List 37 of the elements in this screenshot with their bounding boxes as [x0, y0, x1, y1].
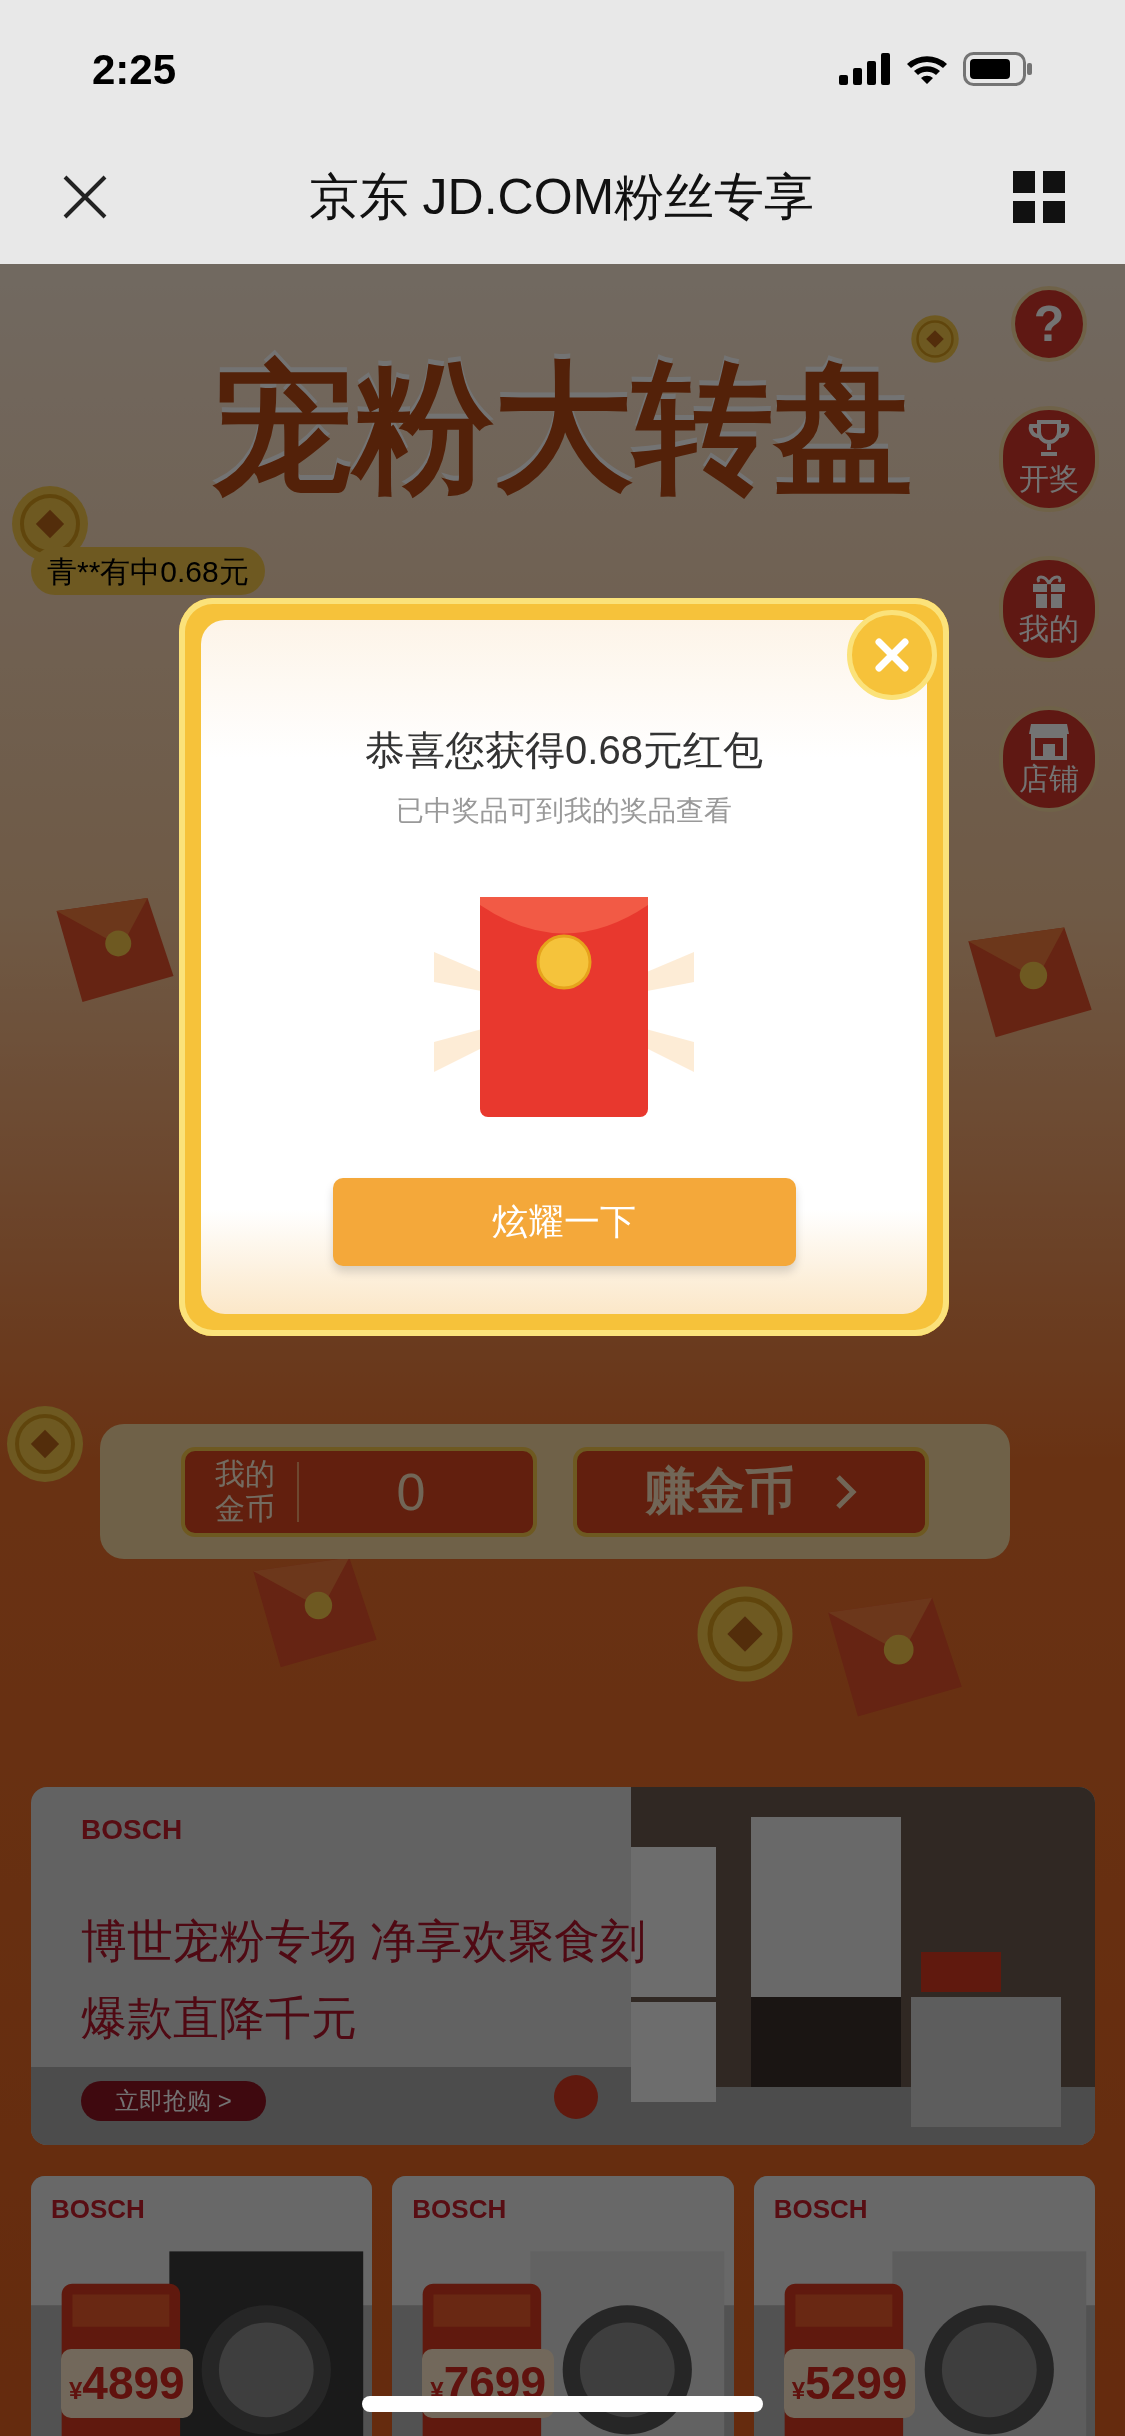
side-button[interactable]: 开奖	[999, 406, 1099, 512]
dialog-subtitle: 已中奖品可到我的奖品查看	[396, 794, 732, 828]
chevron-right-icon	[835, 1473, 857, 1510]
promo-banner[interactable]: BOSCH 博世宠粉专场 净享欢聚食刻 爆款直降千元 立即抢购 >	[31, 1787, 1095, 2145]
coin-icon	[695, 1584, 795, 1684]
banner-headline: 博世宠粉专场 净享欢聚食刻	[81, 1914, 647, 1969]
brand-logo: BOSCH	[773, 2193, 869, 2226]
brand-logo: BOSCH	[51, 2193, 146, 2226]
grid-icon	[1013, 171, 1065, 223]
page-title: 京东 JD.COM粉丝专享	[308, 167, 815, 227]
brand-logo: BOSCH	[81, 1813, 184, 1847]
banner-subline: 爆款直降千元	[81, 1991, 358, 2046]
status-time: 2:25	[92, 44, 177, 95]
help-button[interactable]: ?	[1011, 286, 1087, 362]
signal-icon	[839, 53, 891, 85]
winner-ticker: 青**有中0.68元	[31, 547, 265, 595]
side-button[interactable]: 店铺	[999, 706, 1099, 812]
close-icon	[875, 638, 909, 672]
coin-icon	[910, 314, 960, 364]
game-title: 宠粉大转盘	[211, 348, 914, 508]
coin-count: 0	[395, 1461, 427, 1523]
shop-now-button[interactable]: 立即抢购 >	[81, 2081, 266, 2121]
product-price: ¥4899	[61, 2349, 193, 2418]
dialog-title: 恭喜您获得0.68元红包	[365, 727, 763, 774]
close-icon	[62, 174, 108, 220]
side-button[interactable]: 我的	[999, 556, 1099, 662]
brand-logo: BOSCH	[412, 2193, 508, 2226]
product-card[interactable]: BOSCH ¥4899	[31, 2176, 373, 2436]
wifi-icon	[905, 53, 949, 85]
earn-coins-button[interactable]: 赚金币	[573, 1446, 929, 1537]
product-card[interactable]: BOSCH ¥5299	[753, 2176, 1095, 2436]
more-button[interactable]	[1013, 171, 1065, 223]
coin-icon	[5, 1404, 85, 1484]
product-price: ¥5299	[783, 2349, 916, 2418]
share-button[interactable]: 炫耀一下	[332, 1178, 796, 1266]
battery-icon	[963, 52, 1033, 86]
coin-label: 我的金币	[215, 1457, 276, 1526]
